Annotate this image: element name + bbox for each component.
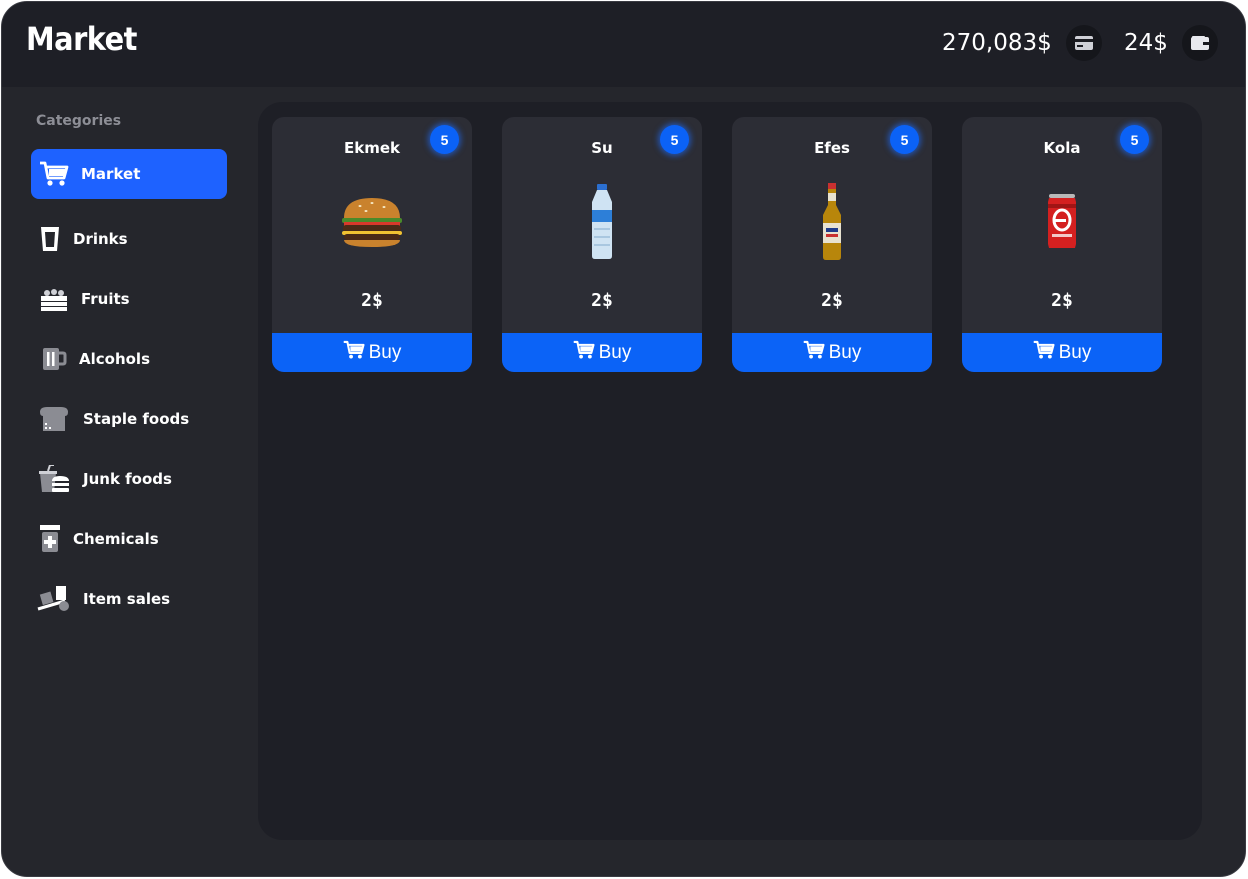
buy-label: Buy — [1058, 341, 1092, 363]
sidebar-item-drinks[interactable]: Drinks — [31, 214, 227, 264]
burger-image — [332, 179, 412, 265]
product-price: 2$ — [1051, 290, 1073, 311]
sidebar-item-item-sales[interactable]: Item sales — [31, 574, 227, 624]
top-bar: Market 270,083$ 24$ — [2, 2, 1245, 87]
fruit-crate-icon — [37, 282, 71, 316]
bank-balance: 270,083$ — [942, 24, 1102, 62]
sidebar-item-alcohols[interactable]: Alcohols — [31, 334, 227, 384]
sidebar-item-label: Item sales — [83, 590, 171, 608]
product-price: 2$ — [361, 290, 383, 311]
sidebar-item-fruits[interactable]: Fruits — [31, 274, 227, 324]
product-card-kola: Kola 5 2$ Buy — [962, 117, 1162, 372]
fastfood-icon — [37, 462, 71, 496]
cart-icon — [1033, 340, 1055, 366]
bank-balance-value: 270,083$ — [942, 30, 1052, 56]
credit-card-icon — [1065, 25, 1102, 61]
bread-icon — [37, 402, 71, 436]
sidebar-item-staple-foods[interactable]: Staple foods — [31, 394, 227, 444]
sidebar-item-label: Drinks — [73, 230, 128, 248]
cash-balance: 24$ — [1124, 24, 1218, 62]
sidebar-item-market[interactable]: Market — [31, 149, 227, 199]
sidebar: Categories Market Drinks Fruits Alcohols… — [2, 87, 252, 876]
product-grid: Ekmek 5 2$ Buy Su 5 2$ Buy Efes 5 2$ Buy… — [258, 102, 1202, 840]
sidebar-item-label: Fruits — [81, 290, 130, 308]
wallet-icon — [1181, 25, 1218, 61]
sidebar-item-label: Junk foods — [83, 470, 172, 488]
sidebar-item-label: Staple foods — [83, 410, 190, 428]
product-card-ekmek: Ekmek 5 2$ Buy — [272, 117, 472, 372]
page-title: Market — [26, 20, 137, 58]
buy-button[interactable]: Buy — [962, 333, 1162, 372]
sidebar-item-junk-foods[interactable]: Junk foods — [31, 454, 227, 504]
sidebar-item-chemicals[interactable]: Chemicals — [31, 514, 227, 564]
buy-button[interactable]: Buy — [502, 333, 702, 372]
stock-badge: 5 — [890, 125, 919, 154]
categories-heading: Categories — [36, 113, 122, 129]
buy-label: Buy — [368, 341, 402, 363]
medicine-bottle-icon — [33, 522, 67, 556]
product-price: 2$ — [591, 290, 613, 311]
stock-badge: 5 — [660, 125, 689, 154]
beer-mug-icon — [37, 342, 71, 376]
sidebar-item-label: Chemicals — [73, 530, 159, 548]
sidebar-item-label: Alcohols — [79, 350, 151, 368]
stock-badge: 5 — [430, 125, 459, 154]
product-card-su: Su 5 2$ Buy — [502, 117, 702, 372]
cup-icon — [33, 222, 67, 256]
cola-can-image — [1022, 179, 1102, 265]
cart-icon — [37, 157, 71, 191]
product-card-efes: Efes 5 2$ Buy — [732, 117, 932, 372]
cart-icon — [343, 340, 365, 366]
market-window: Market 270,083$ 24$ Categories Market Dr… — [1, 1, 1246, 877]
buy-button[interactable]: Buy — [272, 333, 472, 372]
hand-truck-icon — [37, 582, 71, 616]
stock-badge: 5 — [1120, 125, 1149, 154]
product-price: 2$ — [821, 290, 843, 311]
cart-icon — [573, 340, 595, 366]
water-bottle-image — [562, 179, 642, 265]
buy-label: Buy — [598, 341, 632, 363]
sidebar-item-label: Market — [81, 165, 141, 183]
cart-icon — [803, 340, 825, 366]
cash-balance-value: 24$ — [1124, 30, 1168, 56]
buy-label: Buy — [828, 341, 862, 363]
buy-button[interactable]: Buy — [732, 333, 932, 372]
beer-bottle-image — [792, 179, 872, 265]
